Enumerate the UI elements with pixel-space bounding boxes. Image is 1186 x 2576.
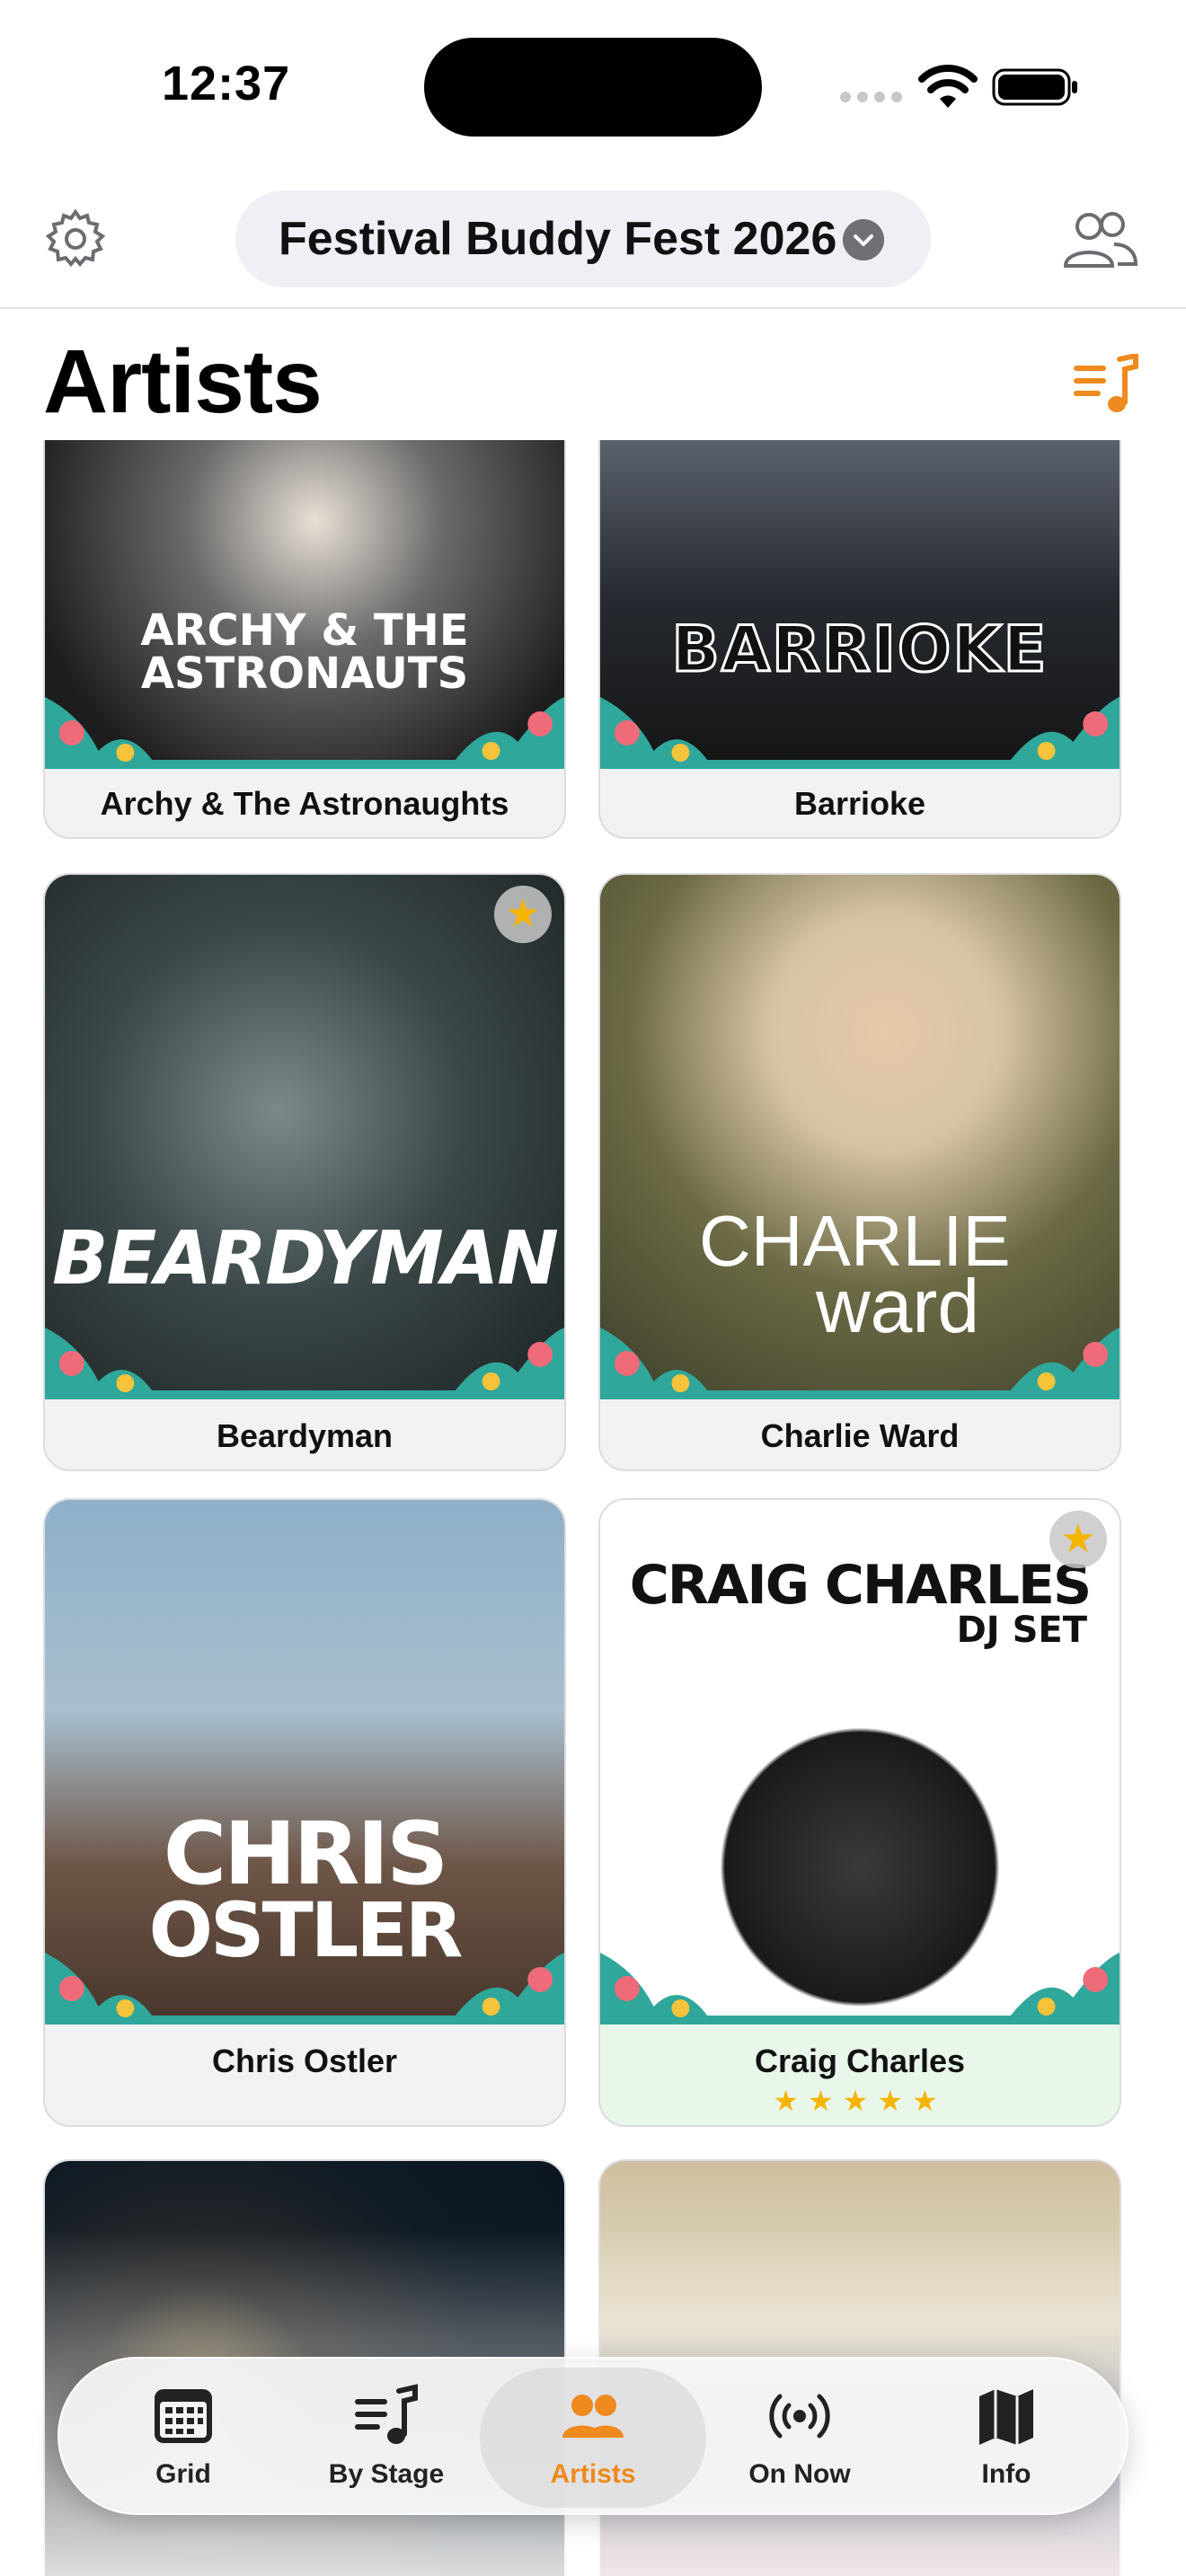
tab-on-now[interactable]: On Now <box>701 2359 898 2517</box>
broadcast-icon <box>769 2394 830 2439</box>
artist-card-archy[interactable]: ARCHY & THE ASTRONAUTS Archy & The Astro… <box>43 440 566 839</box>
artist-name: Archy & The Astronaughts <box>100 785 509 822</box>
artist-card-craig-charles[interactable]: CRAIG CHARLES DJ SET ★ Craig Charles ★★★… <box>598 1498 1121 2127</box>
tab-artists[interactable]: Artists <box>494 2359 692 2517</box>
page-title: Artists <box>43 331 323 432</box>
people-icon <box>562 2395 624 2438</box>
poster-title: BEARDYMAN <box>52 1216 559 1301</box>
settings-gear-icon[interactable] <box>43 207 108 271</box>
artist-image: CRAIG CHARLES DJ SET <box>600 1500 1120 2025</box>
artist-name: Beardyman <box>216 1417 394 1454</box>
favorite-star-icon[interactable]: ★ <box>1049 1511 1107 1568</box>
artist-image: BEARDYMAN <box>45 875 564 1399</box>
status-bar: 12:37 <box>0 0 1186 171</box>
tab-grid[interactable]: Grid <box>84 2359 282 2517</box>
sort-music-icon[interactable] <box>1073 354 1139 417</box>
artist-card-charlie-ward[interactable]: CHARLIE ward Charlie Ward <box>598 873 1121 1471</box>
tab-label: On Now <box>748 2459 851 2489</box>
tab-bar: Grid By Stage Artists On Now Info <box>58 2357 1128 2515</box>
battery-icon <box>992 68 1077 106</box>
friends-icon[interactable] <box>1058 207 1139 271</box>
tab-label: Artists <box>550 2459 636 2489</box>
artist-image: BARRIOKE <box>600 440 1120 769</box>
tab-label: Info <box>981 2459 1031 2489</box>
poster-title: CRAIG CHARLES <box>629 1554 1092 1617</box>
artist-name: Chris Ostler <box>211 2042 398 2079</box>
artist-image: ARCHY & THE ASTRONAUTS <box>45 440 564 769</box>
foliage-decoration <box>45 1328 564 1399</box>
calendar-grid-icon <box>155 2389 212 2443</box>
tab-label: Grid <box>155 2459 211 2489</box>
foliage-decoration <box>600 1953 1120 2025</box>
poster-title: BARRIOKE <box>670 612 1049 688</box>
dynamic-island <box>424 38 762 137</box>
tab-by-stage[interactable]: By Stage <box>288 2359 485 2517</box>
header-bar: Festival Buddy Fest 2026 <box>0 180 1186 309</box>
rating-stars: ★★★★★ <box>773 2085 947 2117</box>
artist-name: Charlie Ward <box>760 1417 960 1454</box>
tab-info[interactable]: Info <box>907 2359 1105 2517</box>
festival-picker[interactable]: Festival Buddy Fest 2026 <box>235 190 931 287</box>
artist-card-chris-ostler[interactable]: CHRIS OSTLER Chris Ostler <box>43 1498 566 2127</box>
foliage-decoration <box>45 1953 564 2025</box>
cellular-signal-icon <box>840 92 903 104</box>
foliage-decoration <box>600 697 1120 769</box>
artist-card-beardyman[interactable]: BEARDYMAN ★ Beardyman <box>43 873 566 1471</box>
chevron-down-icon <box>843 219 884 260</box>
artist-image: CHRIS OSTLER <box>45 1500 564 2025</box>
festival-name: Festival Buddy Fest 2026 <box>279 213 837 265</box>
artist-name: Craig Charles <box>754 2042 966 2079</box>
status-time: 12:37 <box>162 57 291 110</box>
music-list-icon <box>355 2384 418 2444</box>
map-icon <box>979 2389 1033 2445</box>
artist-card-barrioke[interactable]: BARRIOKE Barrioke <box>598 440 1121 839</box>
tab-label: By Stage <box>328 2459 445 2489</box>
artist-name: Barrioke <box>793 785 926 822</box>
favorite-star-icon[interactable]: ★ <box>494 886 552 943</box>
artist-image: CHARLIE ward <box>600 875 1120 1399</box>
foliage-decoration <box>600 1328 1120 1399</box>
foliage-decoration <box>45 697 564 769</box>
wifi-icon <box>918 65 978 108</box>
poster-subtitle: DJ SET <box>956 1610 1087 1651</box>
